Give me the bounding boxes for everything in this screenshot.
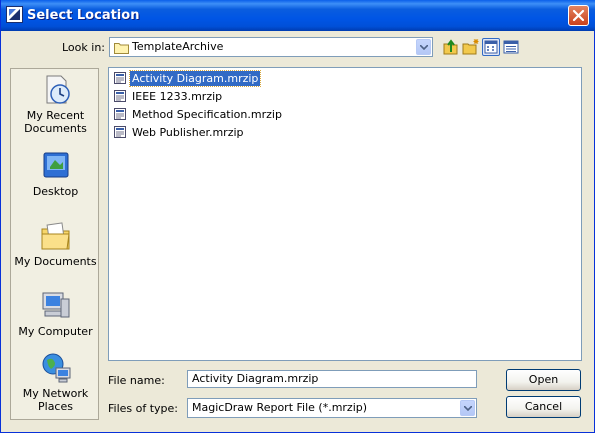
folder-icon [114,43,129,54]
place-label: My Recent [26,109,85,122]
mrzip-file-icon [114,126,126,138]
details-view-button[interactable] [502,38,520,56]
chevron-down-icon [464,406,472,411]
my-computer-icon [42,292,69,318]
look-in-label: Look in: [62,41,105,54]
file-type-dropdown-arrow[interactable] [460,400,475,416]
file-name-label: File name: [108,374,165,387]
new-folder-icon [462,39,479,55]
chevron-down-icon [420,45,428,50]
app-icon [6,6,23,23]
place-label: Documents [24,122,87,135]
place-my-computer[interactable]: My Computer [11,289,100,338]
mrzip-file-icon [114,108,126,120]
cancel-button[interactable]: Cancel [506,396,581,418]
new-folder-button[interactable] [462,38,480,56]
file-name: Web Publisher.mrzip [132,126,244,139]
place-label: Desktop [32,185,79,198]
close-icon [572,9,585,22]
open-button[interactable]: Open [506,369,581,391]
look-in-value: TemplateArchive [132,40,224,53]
up-one-level-icon [443,39,458,55]
file-name: Method Specification.mrzip [132,108,282,121]
window-title: Select Location [27,8,140,23]
details-view-icon [503,40,519,54]
place-label: Places [38,400,73,413]
place-desktop[interactable]: Desktop [11,149,100,198]
file-type-dropdown[interactable]: MagicDraw Report File (*.mrzip) [187,398,477,418]
mrzip-file-icon [114,90,126,102]
desktop-icon [43,152,68,178]
recent-documents-icon [46,75,70,104]
my-documents-icon [41,222,70,250]
place-label: My Computer [18,325,93,338]
look-in-dropdown[interactable]: TemplateArchive [109,37,433,57]
file-name: Activity Diagram.mrzip [128,70,262,87]
place-my-network-places[interactable]: My Network Places [11,351,100,413]
file-type-value: MagicDraw Report File (*.mrzip) [192,401,368,414]
file-name-field[interactable]: Activity Diagram.mrzip [187,370,477,388]
place-label: My Network [22,387,89,400]
place-my-recent-documents[interactable]: My Recent Documents [11,73,100,135]
mrzip-file-icon [114,72,126,84]
title-bar[interactable]: Select Location [1,0,595,31]
file-type-label: Files of type: [108,402,179,415]
place-label: My Documents [14,255,97,268]
list-view-icon [484,40,498,54]
select-location-dialog: Select Location Look in: TemplateArchive [0,0,595,433]
look-in-dropdown-arrow[interactable] [416,39,431,55]
list-view-button[interactable] [482,38,500,56]
places-bar: My Recent Documents Desktop My Documents [10,68,99,420]
file-name: IEEE 1233.mrzip [132,90,223,103]
close-button[interactable] [568,5,589,26]
up-one-level-button[interactable] [442,38,460,56]
place-my-documents[interactable]: My Documents [11,219,100,268]
network-places-icon [42,353,70,383]
file-list[interactable]: Activity Diagram.mrzip IEEE 1233.mrzip M… [108,67,582,361]
